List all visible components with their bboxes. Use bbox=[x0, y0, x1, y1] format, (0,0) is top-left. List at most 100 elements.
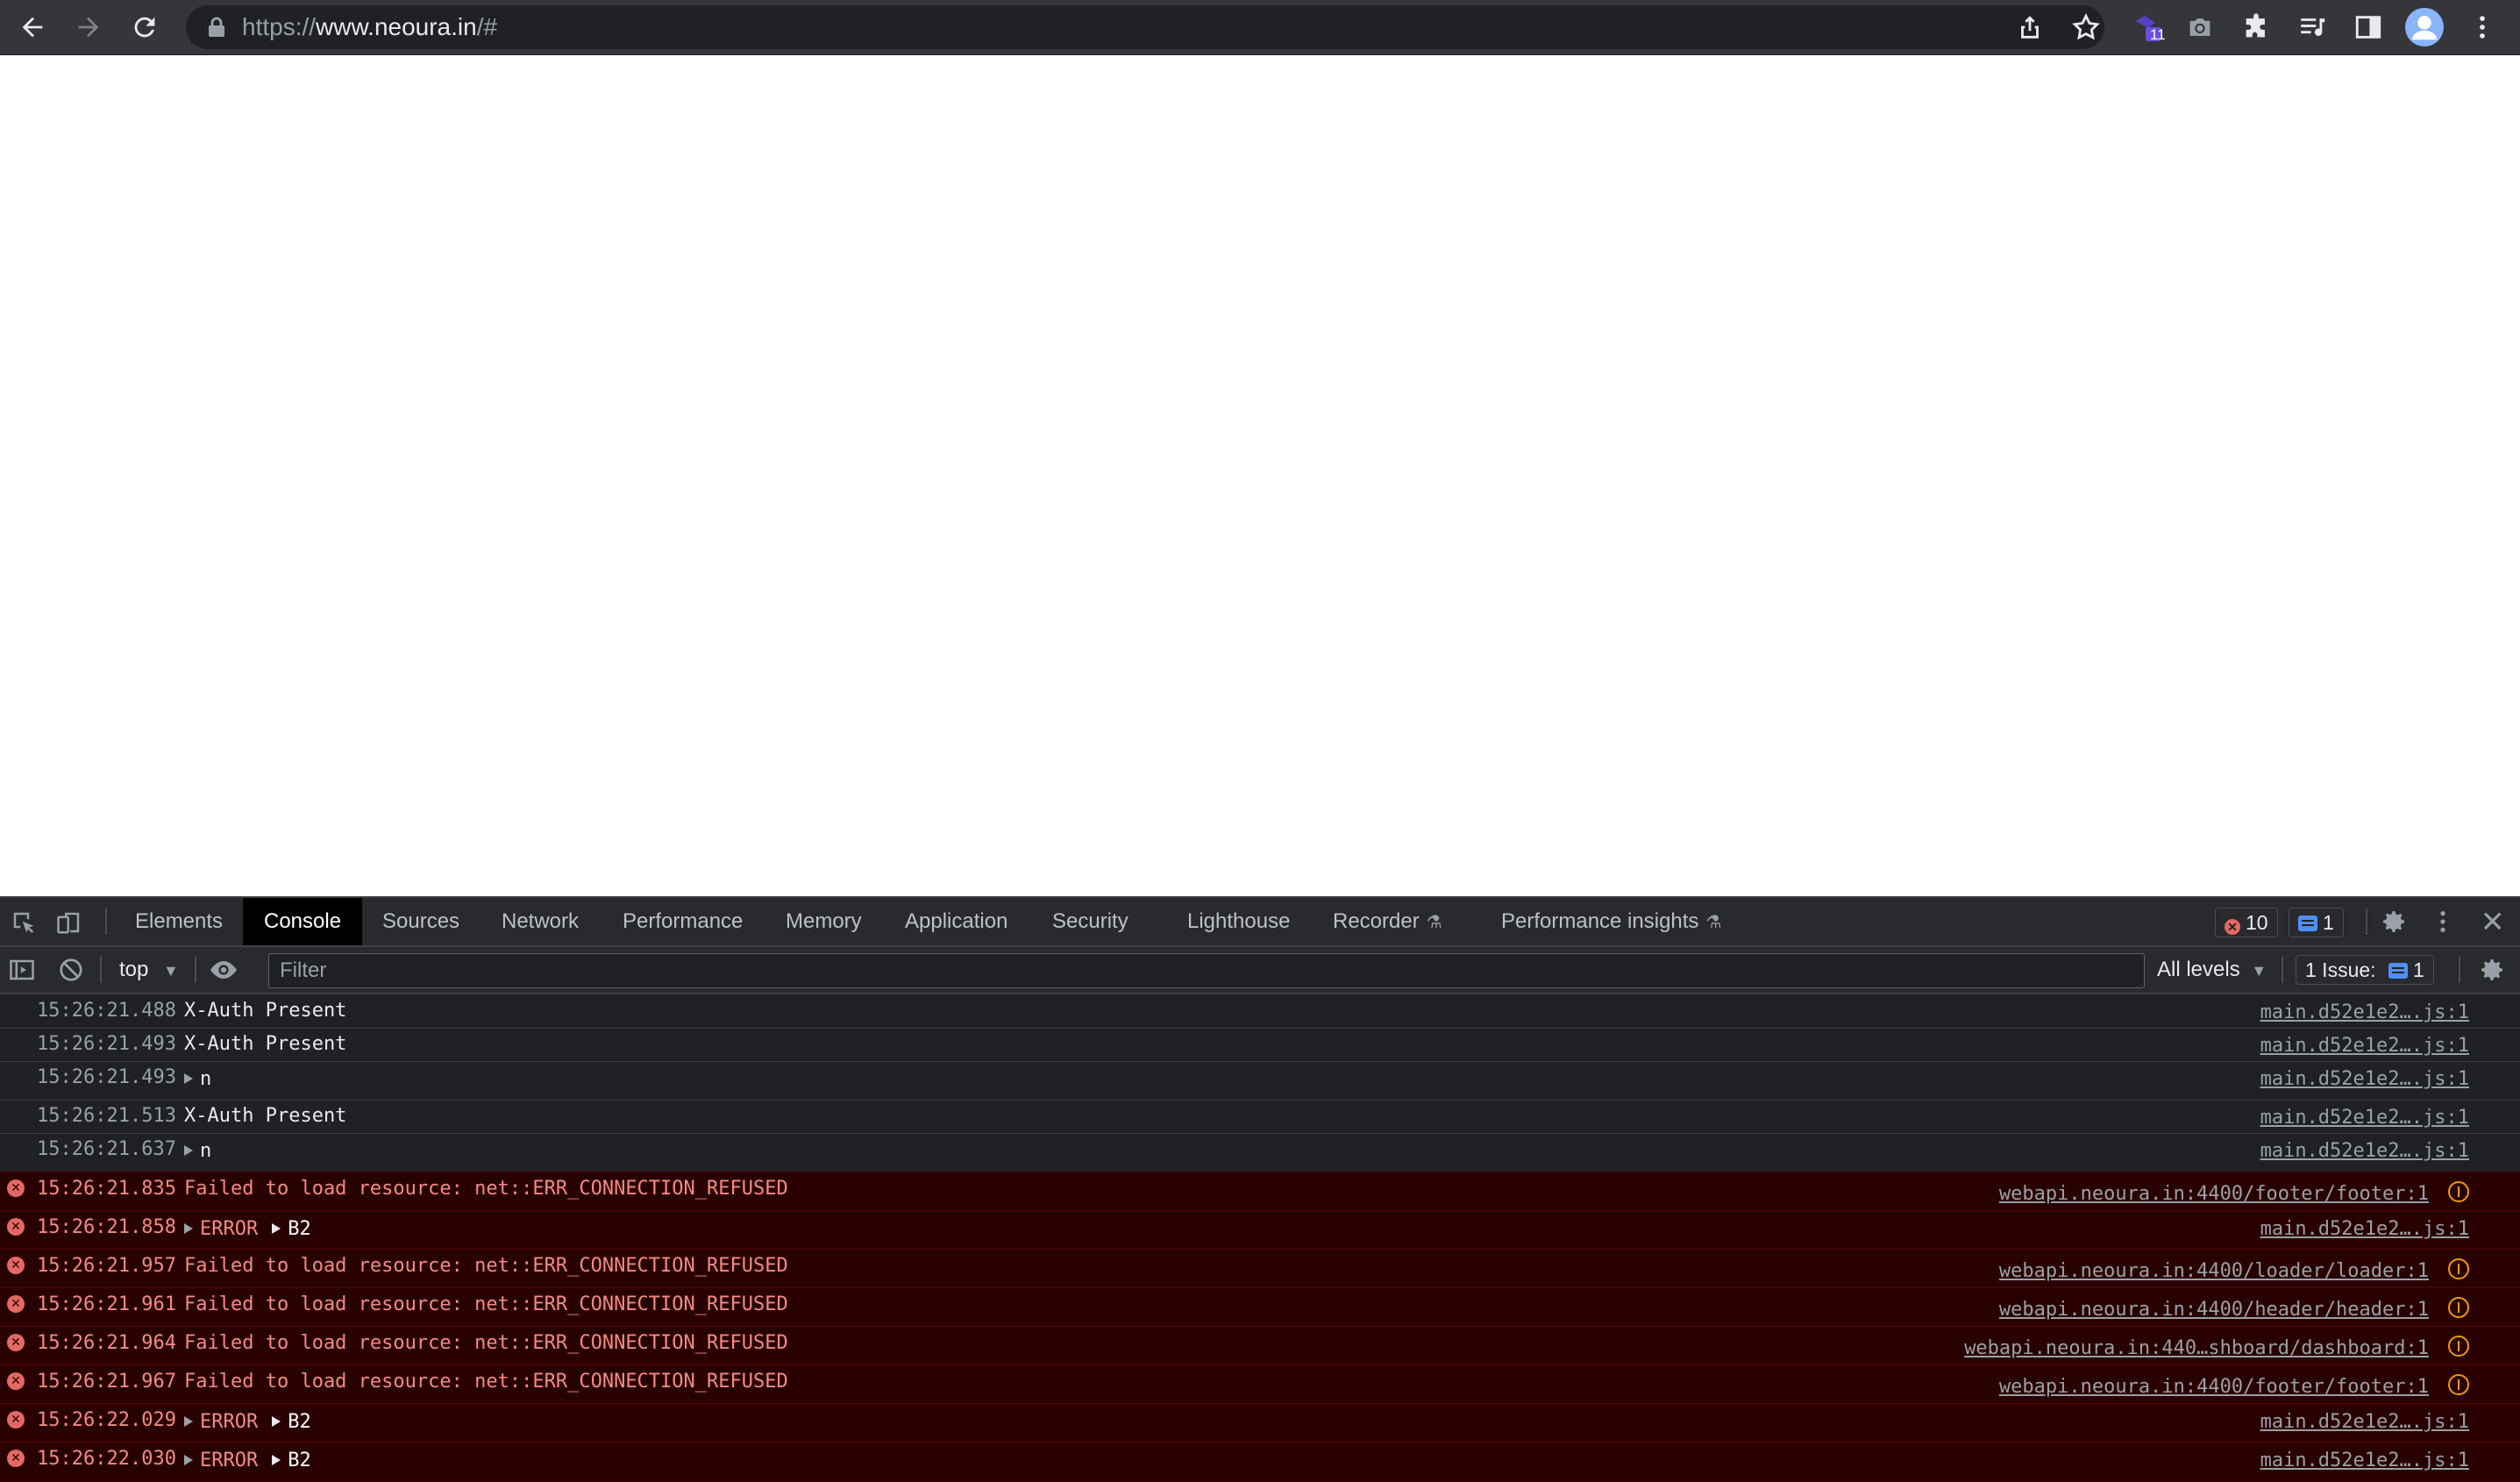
log-message: X-Auth Present bbox=[184, 1105, 347, 1127]
error-object-label: B2 bbox=[288, 1218, 311, 1240]
expand-triangle-icon bbox=[272, 1455, 281, 1465]
timestamp: 15:26:21.493 bbox=[37, 1033, 176, 1055]
url-text[interactable]: https://www.neoura.in/# bbox=[242, 5, 497, 49]
dropdown-arrow-icon: ▼ bbox=[2251, 962, 2267, 980]
network-source-link[interactable]: webapi.neoura.in:4400/footer/footer:1 bbox=[1999, 1376, 2429, 1398]
tab-memory[interactable]: Memory bbox=[786, 898, 862, 945]
console-row: 15:26:21.637 n main.d52e1e2….js:1 bbox=[0, 1133, 2520, 1172]
browser-menu-button[interactable] bbox=[2460, 5, 2504, 49]
network-source-link[interactable]: webapi.neoura.in:440…shboard/dashboard:1 bbox=[1964, 1337, 2429, 1359]
dropdown-arrow-icon: ▼ bbox=[163, 962, 179, 980]
close-devtools-icon[interactable] bbox=[2478, 908, 2506, 936]
side-panel-button[interactable] bbox=[2346, 5, 2390, 49]
settings-gear-icon[interactable] bbox=[2380, 908, 2408, 936]
error-label: ERROR bbox=[200, 1411, 259, 1433]
tab-security[interactable]: Security bbox=[1052, 898, 1128, 945]
log-levels-dropdown[interactable]: All levels ▼ bbox=[2157, 947, 2267, 993]
network-source-link[interactable]: webapi.neoura.in:4400/loader/loader:1 bbox=[1999, 1260, 2429, 1282]
inspect-element-icon[interactable] bbox=[11, 909, 37, 936]
tab-lighthouse[interactable]: Lighthouse bbox=[1187, 898, 1290, 945]
expandable-error[interactable]: ERROR B2 bbox=[184, 1411, 311, 1433]
forward-button[interactable] bbox=[67, 5, 110, 49]
tab-application[interactable]: Application bbox=[905, 898, 1007, 945]
side-panel-icon bbox=[2355, 16, 2381, 39]
console-settings-gear-icon[interactable] bbox=[2478, 956, 2506, 984]
source-link[interactable]: main.d52e1e2….js:1 bbox=[2260, 1035, 2469, 1057]
clear-console-icon[interactable] bbox=[58, 957, 84, 983]
avatar-icon bbox=[2405, 8, 2444, 46]
address-bar[interactable]: https://www.neoura.in/# bbox=[186, 5, 2104, 49]
console-row: 15:26:21.488 X-Auth Present main.d52e1e2… bbox=[0, 994, 2520, 1029]
tab-recorder[interactable]: Recorder ⚗ bbox=[1333, 898, 1442, 945]
tab-network[interactable]: Network bbox=[502, 898, 579, 945]
expand-triangle-icon bbox=[184, 1416, 193, 1427]
source-link[interactable]: main.d52e1e2….js:1 bbox=[2260, 1450, 2469, 1471]
devtools-tab-bar: Elements Console Sources Network Perform… bbox=[0, 898, 2520, 947]
console-error-row: ✕ 15:26:21.858 ERROR B2 main.d52e1e2….js:… bbox=[0, 1210, 2520, 1250]
log-levels-label: All levels bbox=[2157, 958, 2240, 981]
experiment-flask-icon: ⚗ bbox=[1705, 913, 1722, 932]
context-selector[interactable]: top ▼ bbox=[119, 947, 179, 993]
live-expression-eye-icon[interactable] bbox=[209, 957, 238, 983]
tab-elements[interactable]: Elements bbox=[135, 898, 223, 945]
error-icon: ✕ bbox=[7, 1372, 25, 1390]
screenshot-extension-button[interactable] bbox=[2178, 5, 2222, 49]
reload-button[interactable] bbox=[123, 5, 167, 49]
tab-recorder-label: Recorder bbox=[1333, 909, 1420, 933]
timestamp: 15:26:21.957 bbox=[37, 1255, 176, 1277]
tab-performance-insights[interactable]: Performance insights ⚗ bbox=[1501, 898, 1721, 945]
tab-console[interactable]: Console bbox=[243, 898, 363, 945]
network-request-icon[interactable] bbox=[2448, 1297, 2469, 1318]
timestamp: 15:26:21.961 bbox=[37, 1293, 176, 1315]
timestamp: 15:26:21.637 bbox=[37, 1138, 176, 1160]
media-controls-button[interactable] bbox=[2290, 5, 2334, 49]
error-icon: ✕ bbox=[7, 1450, 25, 1467]
extensions-button[interactable] bbox=[2234, 5, 2278, 49]
device-toolbar-icon[interactable] bbox=[56, 909, 82, 936]
console-toolbar: top ▼ Filter All levels ▼ 1 Issue: 1 bbox=[0, 947, 2520, 994]
source-link[interactable]: main.d52e1e2….js:1 bbox=[2260, 1140, 2469, 1162]
toolbar-divider bbox=[105, 908, 107, 935]
extension-button[interactable]: 11 bbox=[2125, 5, 2169, 49]
error-icon: ✕ bbox=[7, 1257, 25, 1274]
toolbar-divider bbox=[2366, 908, 2367, 935]
network-request-icon[interactable] bbox=[2448, 1336, 2469, 1357]
source-link[interactable]: main.d52e1e2….js:1 bbox=[2260, 1411, 2469, 1433]
source-link[interactable]: main.d52e1e2….js:1 bbox=[2260, 1001, 2469, 1023]
network-request-icon[interactable] bbox=[2448, 1181, 2469, 1202]
expandable-error[interactable]: ERROR B2 bbox=[184, 1450, 311, 1471]
tab-sources[interactable]: Sources bbox=[382, 898, 459, 945]
network-source-link[interactable]: webapi.neoura.in:4400/footer/footer:1 bbox=[1999, 1183, 2429, 1205]
share-icon[interactable] bbox=[2015, 12, 2045, 42]
context-label: top bbox=[119, 958, 149, 981]
message-count-badge[interactable]: 1 bbox=[2289, 908, 2344, 937]
expandable-object[interactable]: n bbox=[184, 1140, 211, 1162]
filter-input[interactable]: Filter bbox=[268, 953, 2145, 988]
timestamp: 15:26:21.858 bbox=[37, 1216, 176, 1238]
expand-triangle-icon bbox=[184, 1073, 193, 1084]
network-request-icon[interactable] bbox=[2448, 1258, 2469, 1279]
sidebar-toggle-icon[interactable] bbox=[9, 957, 35, 983]
network-source-link[interactable]: webapi.neoura.in:4400/header/header:1 bbox=[1999, 1299, 2429, 1321]
source-link[interactable]: main.d52e1e2….js:1 bbox=[2260, 1107, 2469, 1129]
source-link[interactable]: main.d52e1e2….js:1 bbox=[2260, 1068, 2469, 1090]
error-object-label: B2 bbox=[288, 1450, 311, 1471]
console-row: 15:26:21.493 n main.d52e1e2….js:1 bbox=[0, 1061, 2520, 1101]
error-label: ERROR bbox=[200, 1450, 259, 1471]
more-options-icon[interactable] bbox=[2429, 908, 2457, 936]
source-link[interactable]: main.d52e1e2….js:1 bbox=[2260, 1218, 2469, 1240]
tab-performance[interactable]: Performance bbox=[623, 898, 743, 945]
bookmark-star-icon[interactable] bbox=[2071, 12, 2101, 42]
issues-button[interactable]: 1 Issue: 1 bbox=[2296, 955, 2434, 985]
network-request-icon[interactable] bbox=[2448, 1374, 2469, 1395]
playlist-icon bbox=[2301, 18, 2325, 36]
error-icon: ✕ bbox=[7, 1218, 25, 1236]
error-icon: ✕ bbox=[7, 1295, 25, 1313]
expandable-object[interactable]: n bbox=[184, 1068, 211, 1090]
profile-avatar-button[interactable] bbox=[2403, 5, 2446, 49]
error-count-badge[interactable]: ✕ 10 bbox=[2215, 908, 2278, 937]
back-button[interactable] bbox=[11, 5, 54, 49]
timestamp: 15:26:22.030 bbox=[37, 1448, 176, 1470]
expandable-error[interactable]: ERROR B2 bbox=[184, 1218, 311, 1240]
error-message: Failed to load resource: net::ERR_CONNEC… bbox=[184, 1178, 788, 1200]
